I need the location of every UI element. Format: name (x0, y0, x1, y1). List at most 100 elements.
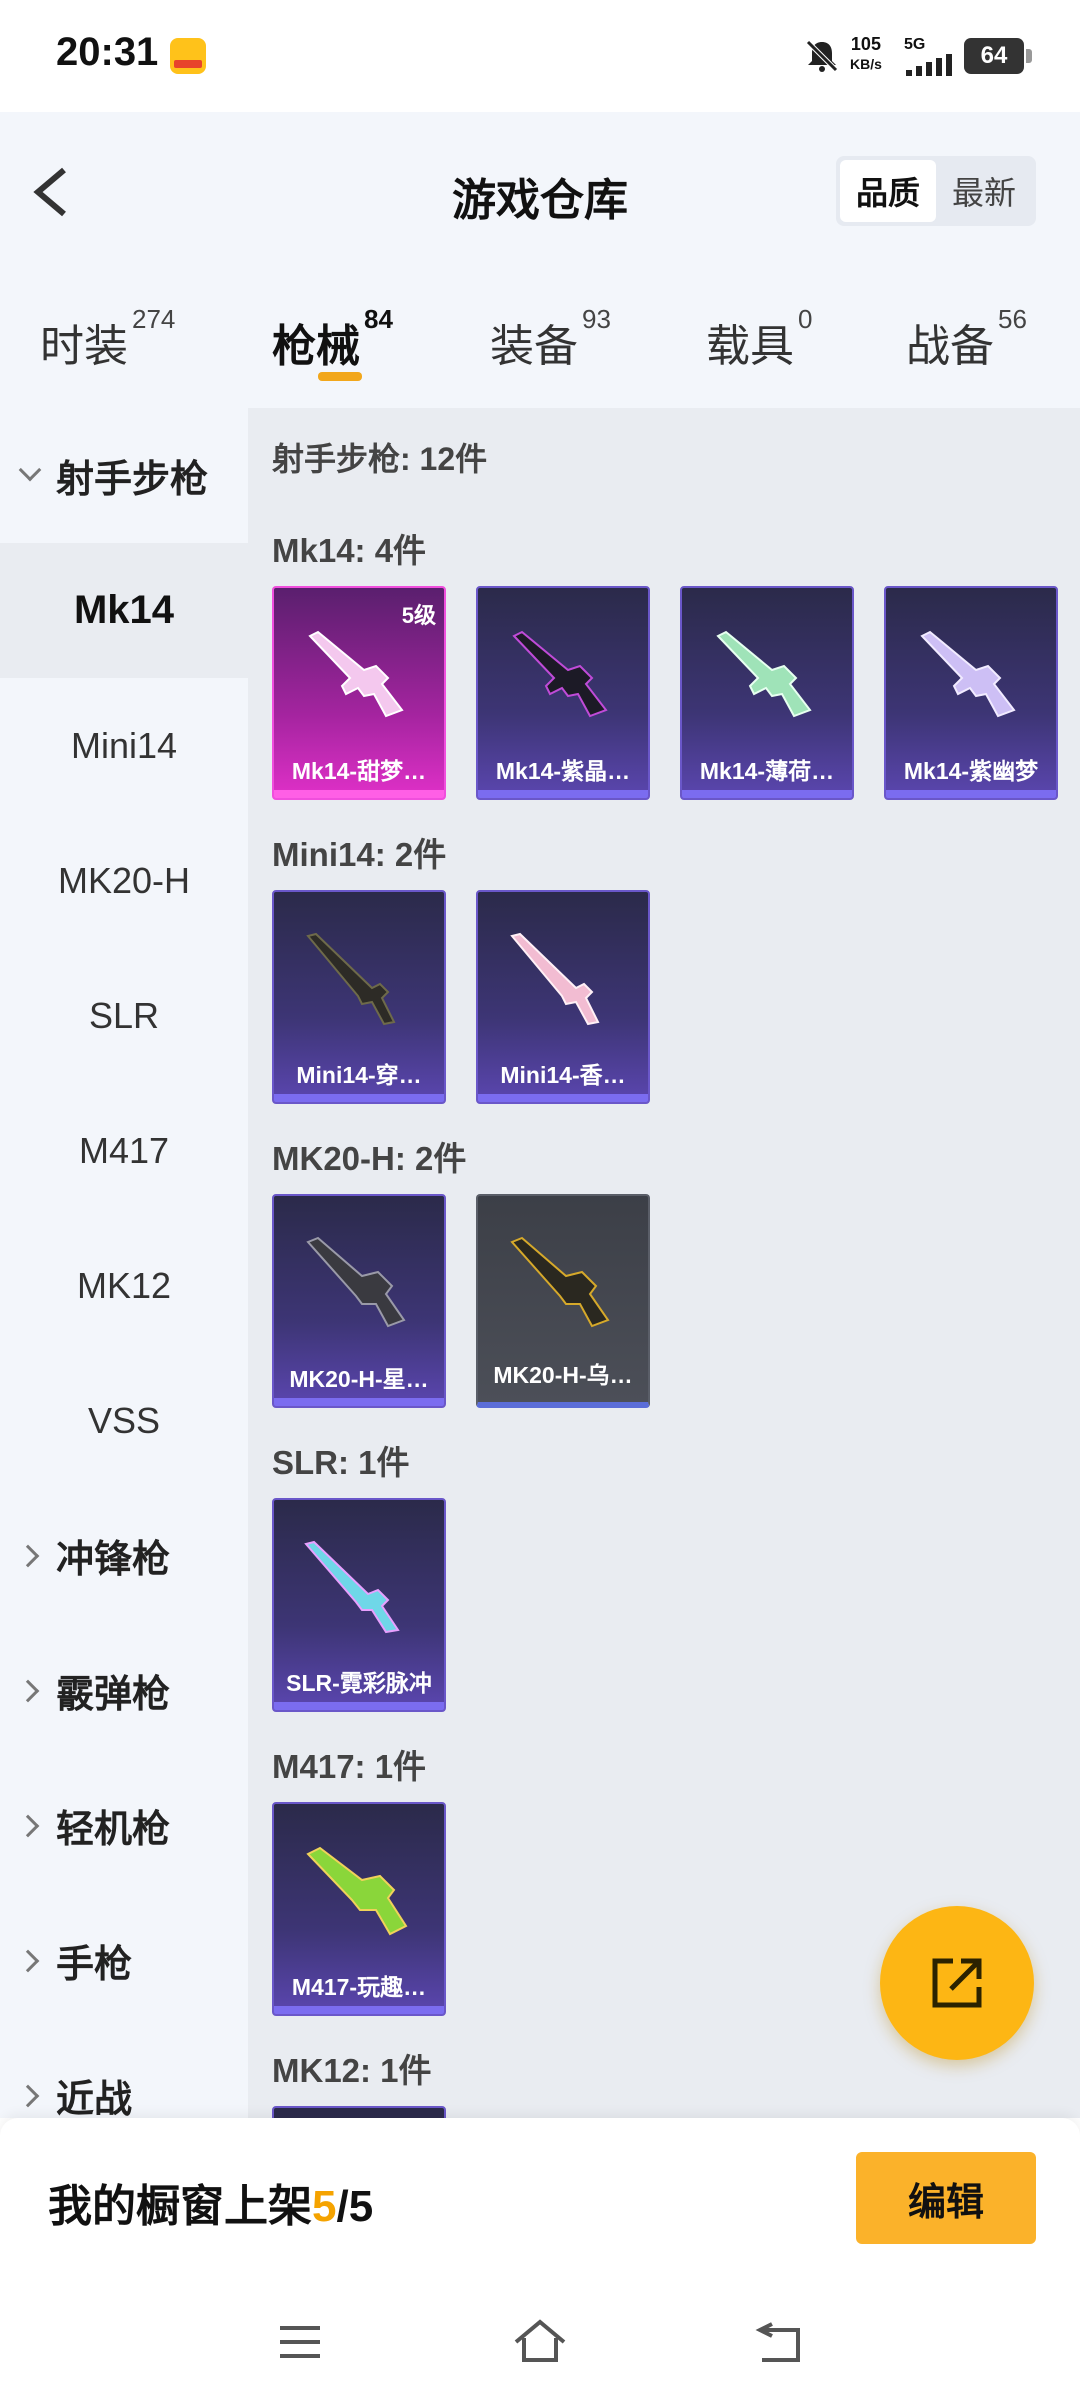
chevron-down-icon (18, 458, 42, 481)
item-name: Mk14-紫晶… (495, 758, 631, 784)
sidebar-item-mk12[interactable]: MK12 (0, 1218, 248, 1353)
sidebar-group-melee[interactable]: 近战 (0, 2028, 248, 2118)
rifle-icon (510, 1236, 610, 1328)
rarity-bar (274, 790, 444, 798)
item-grid: 5级 Mk14-甜梦… Mk14-紫晶… Mk14-薄荷… Mk14-紫幽梦 (272, 586, 1058, 800)
item-grid: Mini14-穿… Mini14-香… (272, 890, 650, 1104)
back-nav-icon[interactable] (750, 2314, 810, 2370)
share-external-icon (932, 1958, 982, 2008)
status-time: 20:31 (56, 30, 159, 74)
network-speed-value: 105 (850, 34, 881, 54)
item-card[interactable]: 5级 Mk14-甜梦… (272, 586, 446, 800)
item-grid: SLR-霓彩脉冲 (272, 1498, 446, 1712)
rifle-icon (920, 630, 1016, 718)
sidebar-item-slr[interactable]: SLR (0, 948, 248, 1083)
edit-button[interactable]: 编辑 (856, 2152, 1036, 2244)
category-total: 射手步枪: 12件 (272, 441, 488, 477)
rifle-icon (306, 932, 396, 1026)
sort-option-newest[interactable]: 最新 (936, 160, 1032, 222)
app-notification-icon (170, 38, 206, 74)
item-card[interactable]: SLR-霓彩脉冲 (272, 1498, 446, 1712)
showcase-total: 5 (348, 2182, 374, 2231)
rifle-icon (306, 1846, 408, 1936)
item-name: Mk14-薄荷… (699, 758, 835, 784)
item-card[interactable]: Mk14-薄荷… (680, 586, 854, 800)
rarity-bar (478, 790, 648, 798)
item-grid: M417-玩趣… (272, 1802, 446, 2016)
tab-count: 93 (582, 304, 611, 334)
showcase-panel: 我的橱窗上架5/5 编辑 (0, 2118, 1080, 2286)
showcase-separator: / (336, 2182, 349, 2231)
tab-equipment[interactable]: 装备93 (490, 304, 611, 374)
sidebar-group-pistol[interactable]: 手枪 (0, 1893, 248, 2028)
sidebar-item-mk20h[interactable]: MK20-H (0, 813, 248, 948)
item-name: MK20-H-星… (289, 1366, 429, 1392)
section-title: Mk14: 4件 (272, 532, 427, 569)
rarity-bar (274, 1094, 444, 1102)
active-tab-indicator (318, 372, 362, 381)
network-type: 5G (904, 36, 926, 53)
rifle-icon (510, 932, 600, 1026)
tab-label: 枪械 (272, 322, 360, 371)
item-name: Mini14-香… (500, 1062, 626, 1088)
item-card[interactable]: M417-玩趣… (272, 1802, 446, 2016)
item-card[interactable]: Mk14-紫晶… (476, 586, 650, 800)
sidebar-item-mk14[interactable]: Mk14 (0, 543, 248, 678)
rifle-icon (512, 630, 608, 718)
tab-label: 战备 (906, 322, 994, 371)
rarity-bar (682, 790, 852, 798)
menu-icon[interactable] (270, 2314, 330, 2370)
section-title: SLR: 1件 (272, 1444, 410, 1481)
sidebar-group-marksman-rifles[interactable]: 射手步枪 (0, 408, 248, 543)
tab-label: 载具 (706, 322, 794, 371)
tab-vehicles[interactable]: 载具0 (706, 304, 812, 374)
sidebar-group-smg[interactable]: 冲锋枪 (0, 1488, 248, 1623)
chevron-right-icon (16, 1814, 40, 1837)
sidebar-group-lmg[interactable]: 轻机枪 (0, 1758, 248, 1893)
sidebar-item-mini14[interactable]: Mini14 (0, 678, 248, 813)
item-card[interactable]: MK20-H-星… (272, 1194, 446, 1408)
item-card[interactable]: Mini14-穿… (272, 890, 446, 1104)
sidebar-group-label: 霰弹枪 (56, 1674, 171, 1716)
tab-count: 84 (364, 304, 393, 334)
tab-fashion[interactable]: 时装274 (40, 304, 175, 374)
showcase-status: 我的橱窗上架5/5 (48, 2170, 373, 2234)
item-card[interactable]: Mk14-紫幽梦 (884, 586, 1058, 800)
item-card[interactable]: Mini14-香… (476, 890, 650, 1104)
item-name: Mini14-穿… (296, 1062, 422, 1088)
home-icon[interactable] (510, 2314, 570, 2370)
sidebar-group-label: 射手步枪 (56, 459, 209, 501)
chevron-right-icon (16, 1544, 40, 1567)
rarity-bar (274, 1702, 444, 1710)
sidebar-item-m417[interactable]: M417 (0, 1083, 248, 1218)
section-title: M417: 1件 (272, 1748, 427, 1785)
chevron-right-icon (16, 1949, 40, 1972)
rarity-bar (478, 1094, 648, 1102)
sidebar-group-label: 近战 (56, 2079, 133, 2118)
item-list: 射手步枪: 12件 Mk14: 4件 5级 Mk14-甜梦… Mk14-紫晶… … (248, 408, 1080, 2118)
share-button[interactable] (880, 1906, 1034, 2060)
network-speed: 105 KB/s (850, 34, 882, 74)
system-nav-bar (0, 2286, 1080, 2400)
sidebar-group-label: 轻机枪 (56, 1809, 171, 1851)
rarity-bar (274, 2006, 444, 2014)
item-name: Mk14-紫幽梦 (903, 758, 1039, 784)
chevron-right-icon (16, 2084, 40, 2107)
section-title: MK20-H: 2件 (272, 1140, 467, 1177)
tab-guns[interactable]: 枪械84 (272, 304, 393, 374)
item-card[interactable]: MK20-H-乌… (476, 1194, 650, 1408)
item-card[interactable] (272, 2106, 446, 2118)
section-title: Mini14: 2件 (272, 836, 447, 873)
tab-supplies[interactable]: 战备56 (906, 304, 1027, 374)
rifle-icon (304, 1540, 400, 1634)
item-name: SLR-霓彩脉冲 (286, 1670, 432, 1696)
rifle-icon (306, 1236, 406, 1328)
section-title: MK12: 1件 (272, 2052, 432, 2089)
battery-indicator: 64 (964, 38, 1032, 74)
item-level: 5级 (401, 603, 436, 628)
sidebar-group-shotgun[interactable]: 霰弹枪 (0, 1623, 248, 1758)
sort-option-quality[interactable]: 品质 (840, 160, 936, 222)
showcase-current: 5 (312, 2182, 337, 2231)
sidebar-item-vss[interactable]: VSS (0, 1353, 248, 1488)
tab-count: 56 (998, 304, 1027, 334)
